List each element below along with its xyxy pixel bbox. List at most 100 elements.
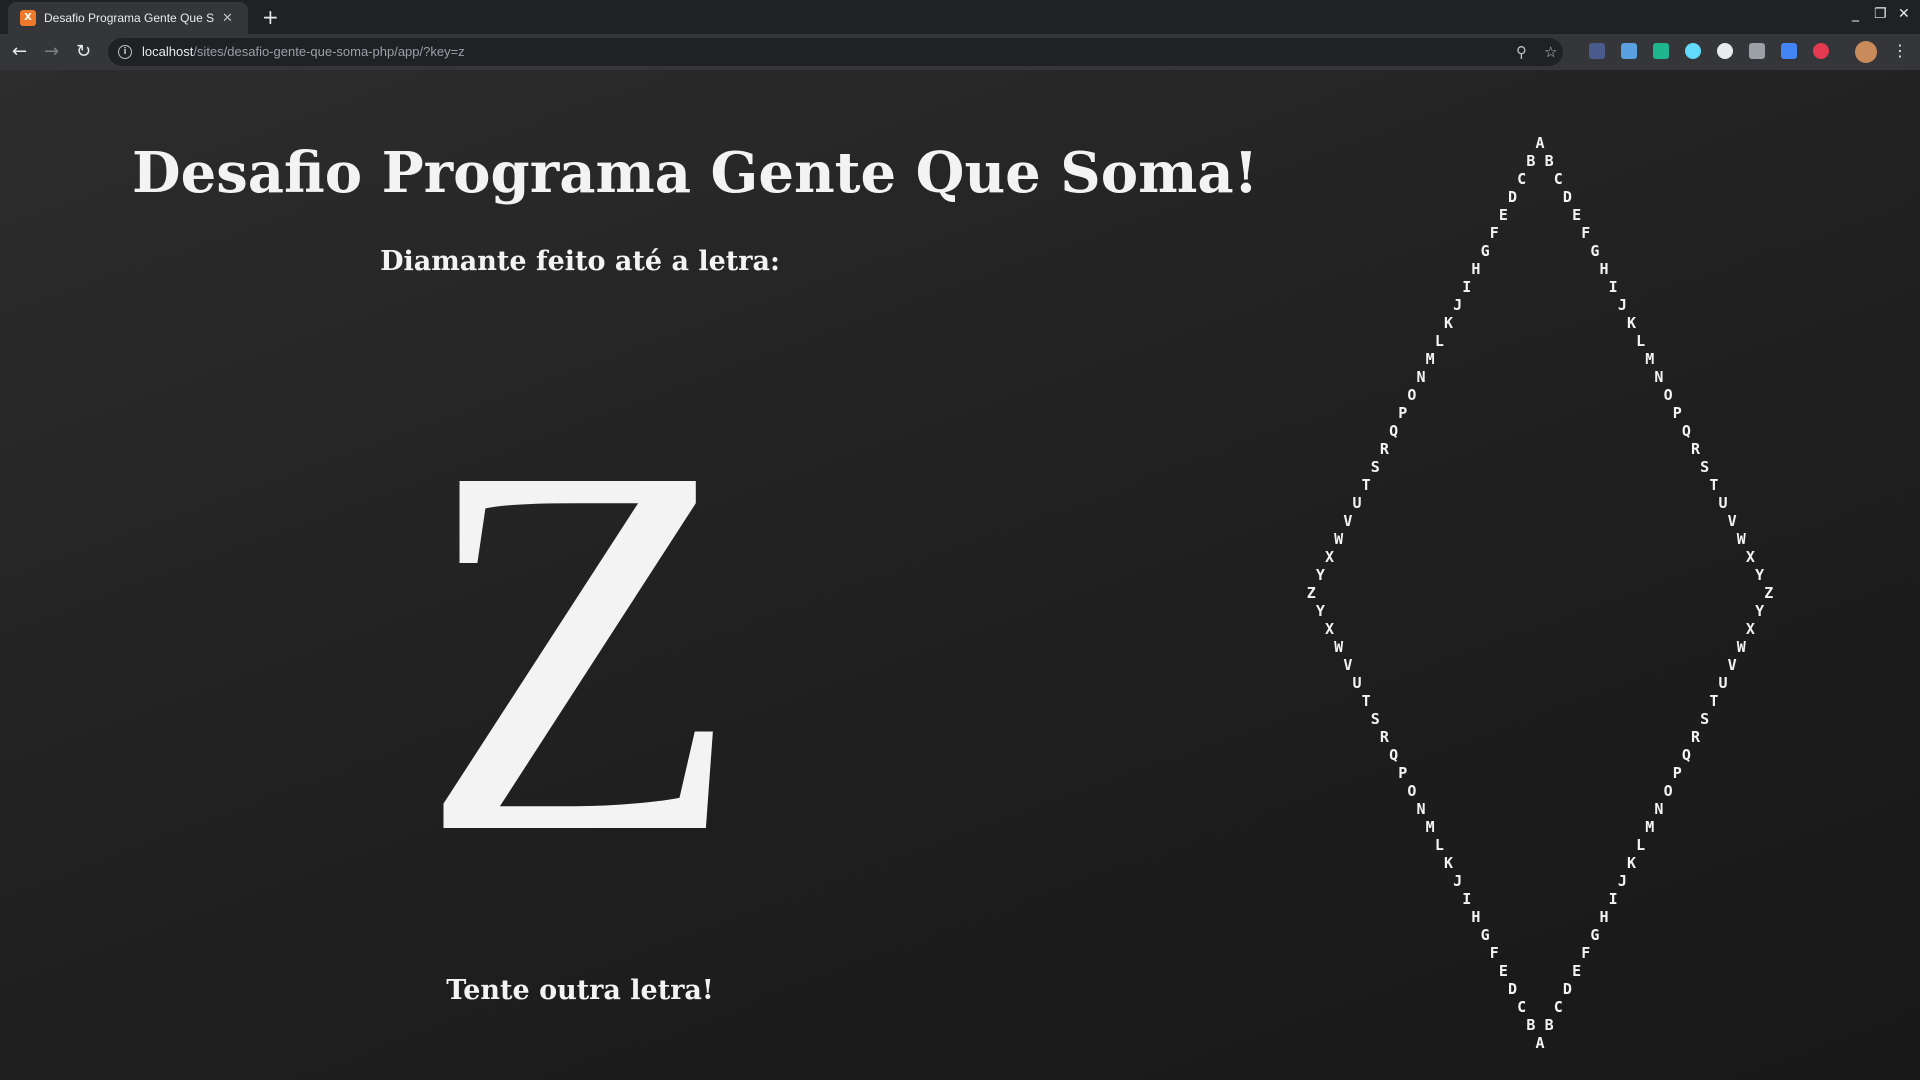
diamond-letter: V [1343, 656, 1352, 674]
diamond-letter: F [1581, 944, 1590, 962]
address-bar[interactable]: i localhost/sites/desafio-gente-que-soma… [108, 38, 1563, 66]
diamond-letter: Y [1316, 566, 1325, 584]
close-window-button[interactable]: ✕ [1898, 6, 1910, 22]
diamond-letter: A [1535, 134, 1544, 152]
extension-icon-1[interactable] [1589, 43, 1605, 59]
page-content: Desafio Programa Gente Que Soma! Diamant… [0, 70, 1920, 1080]
diamond-letter: V [1728, 512, 1737, 530]
extension-icon-2[interactable] [1621, 43, 1637, 59]
diamond-letter: X [1746, 548, 1755, 566]
bookmark-star-icon[interactable]: ☆ [1544, 43, 1557, 61]
letter-diamond-svg: AB BC CD DE EF FG GH HI IJ JK KL LM MN NO OP PQ QR RS ST TU… [1307, 134, 1774, 1052]
diamond-letter: B [1545, 1016, 1554, 1034]
diamond-letter: R [1691, 440, 1701, 458]
diamond-letter: E [1572, 206, 1581, 224]
diamond-letter: U [1718, 674, 1727, 692]
diamond-letter: T [1709, 476, 1718, 494]
forward-arrow-icon[interactable]: → [44, 41, 59, 62]
diamond-letter: P [1673, 404, 1682, 422]
new-tab-button[interactable]: + [262, 5, 279, 29]
site-info-icon[interactable]: i [118, 45, 132, 59]
translate-icon[interactable] [1781, 43, 1797, 59]
diamond-letter: I [1462, 890, 1471, 908]
diamond-letter: S [1371, 710, 1380, 728]
profile-avatar[interactable] [1855, 41, 1877, 63]
minimize-button[interactable]: _ [1852, 6, 1859, 22]
diamond-letter: O [1664, 782, 1673, 800]
diamond-letter: L [1435, 836, 1444, 854]
diamond-letter: G [1590, 242, 1599, 260]
camera-icon[interactable] [1749, 43, 1765, 59]
diamond-letter: B [1526, 1016, 1535, 1034]
xampp-favicon-icon: X [20, 10, 36, 26]
url-text[interactable]: localhost/sites/desafio-gente-que-soma-p… [142, 44, 465, 59]
diamond-letter: W [1334, 530, 1344, 548]
dark-mode-icon[interactable] [1717, 43, 1733, 59]
diamond-letter: S [1371, 458, 1380, 476]
browser-tab[interactable]: X Desafio Programa Gente Que Soma! ✕ [8, 2, 248, 34]
diamond-letter: B [1526, 152, 1535, 170]
url-path: /sites/desafio-gente-que-soma-php/app/?k… [193, 44, 465, 59]
diamond-letter: H [1471, 260, 1480, 278]
diamond-letter: J [1453, 872, 1462, 890]
tab-title: Desafio Programa Gente Que Soma! [44, 11, 214, 25]
zoom-icon[interactable]: ⚲ [1516, 43, 1527, 61]
diamond-letter: D [1563, 980, 1572, 998]
diamond-letter: P [1398, 404, 1407, 422]
url-host: localhost [142, 44, 194, 59]
diamond-letter: N [1417, 368, 1426, 386]
diamond-letter: D [1508, 980, 1517, 998]
tab-close-icon[interactable]: ✕ [222, 11, 233, 26]
diamond-letter: Y [1755, 602, 1764, 620]
diamond-letter: L [1636, 332, 1645, 350]
diamond-letter: M [1426, 818, 1435, 836]
diamond-letter: K [1627, 854, 1636, 872]
diamond-letter: G [1481, 926, 1490, 944]
diamond-letter: O [1407, 386, 1416, 404]
page-subtitle: Diamante feito até a letra: [380, 246, 780, 277]
diamond-letter: A [1535, 1034, 1544, 1052]
diamond-letter: X [1746, 620, 1755, 638]
diamond-letter: R [1380, 728, 1390, 746]
diamond-letter: S [1700, 710, 1709, 728]
diamond-letter: L [1636, 836, 1645, 854]
diamond-letter: I [1609, 890, 1618, 908]
diamond-letter: U [1352, 494, 1361, 512]
diamond-letter: O [1664, 386, 1673, 404]
page-title: Desafio Programa Gente Que Soma! [132, 140, 1259, 206]
diamond-letter: W [1334, 638, 1344, 656]
diamond-letter: C [1517, 998, 1526, 1016]
diamond-letter: C [1554, 170, 1563, 188]
diamond-letter: C [1517, 170, 1526, 188]
diamond-letter: R [1380, 440, 1390, 458]
diamond-letter: D [1508, 188, 1517, 206]
extension-icon-3[interactable] [1653, 43, 1669, 59]
diamond-letter: Q [1682, 746, 1691, 764]
browser-toolbar: ← → ↻ i localhost/sites/desafio-gente-qu… [0, 34, 1920, 70]
diamond-letter: X [1325, 620, 1334, 638]
diamond-letter: Z [1307, 584, 1316, 602]
diamond-letter: E [1499, 962, 1508, 980]
back-arrow-icon[interactable]: ← [12, 41, 27, 62]
diamond-letter: T [1362, 692, 1371, 710]
restore-button[interactable]: ❐ [1874, 6, 1887, 22]
diamond-letter: J [1453, 296, 1462, 314]
menu-dots-icon[interactable]: ⋮ [1892, 41, 1908, 60]
diamond-letter: N [1654, 800, 1663, 818]
diamond-letter: E [1499, 206, 1508, 224]
diamond-letter: T [1709, 692, 1718, 710]
diamond-letter: H [1600, 260, 1609, 278]
react-devtools-icon[interactable] [1685, 43, 1701, 59]
diamond-letter: P [1673, 764, 1682, 782]
diamond-letter: O [1407, 782, 1416, 800]
diamond-letter: K [1444, 314, 1453, 332]
diamond-letter: M [1645, 818, 1654, 836]
reload-icon[interactable]: ↻ [76, 41, 91, 62]
diamond-letter: Z [1764, 584, 1773, 602]
diamond-letter: V [1343, 512, 1352, 530]
diamond-letter: T [1362, 476, 1371, 494]
diamond-letter: G [1481, 242, 1490, 260]
letter-diamond: ABBCCDDEEFFGGHHIIJJKKLLMMNNOOPPQQRRSSTTU… [1300, 118, 1780, 1058]
extension-icon-8[interactable] [1813, 43, 1829, 59]
diamond-letter: U [1352, 674, 1361, 692]
